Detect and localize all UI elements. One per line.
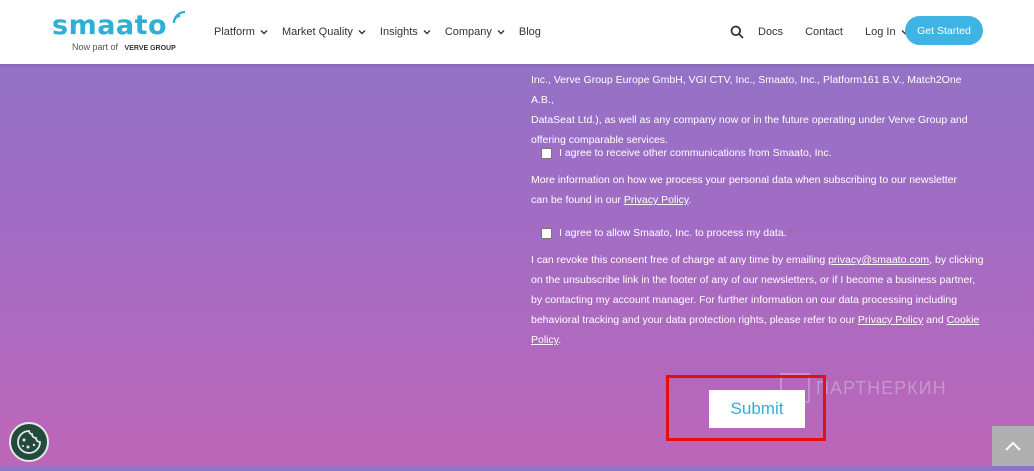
logo-wordmark: smaato xyxy=(52,10,168,41)
submit-button[interactable]: Submit xyxy=(709,390,805,428)
logo-sub-text: Now part of xyxy=(72,42,119,52)
utility-nav: Docs Contact Log In xyxy=(730,0,931,64)
privacy-policy-link[interactable]: Privacy Policy xyxy=(624,194,689,206)
revoke-consent-paragraph: I can revoke this consent free of charge… xyxy=(531,250,991,350)
nav-market-quality[interactable]: Market Quality xyxy=(282,26,366,38)
text-line: Inc., Verve Group Europe GmbH, VGI CTV, … xyxy=(531,74,962,106)
text-segment: behavioral tracking and your data protec… xyxy=(531,314,858,326)
consent-paragraph-1: Inc., Verve Group Europe GmbH, VGI CTV, … xyxy=(531,70,986,150)
nav-insights[interactable]: Insights xyxy=(380,26,431,38)
communications-consent-row: I agree to receive other communications … xyxy=(541,143,832,163)
chevron-up-icon xyxy=(1005,441,1021,451)
privacy-email-link[interactable]: privacy@smaato.com xyxy=(828,254,929,266)
site-header: smaato Now part of VERVE GROUP Platform … xyxy=(0,0,1034,64)
nav-label: Market Quality xyxy=(281,26,353,38)
main-nav: Platform Market Quality Insights Company… xyxy=(214,0,555,64)
text-line: I can revoke this consent free of charge… xyxy=(531,250,991,270)
text-segment: can be found in our xyxy=(531,194,624,206)
text-line: Policy. xyxy=(531,330,991,350)
data-processing-checkbox[interactable] xyxy=(541,227,552,239)
nav-label: Insights xyxy=(379,26,418,38)
text-segment: , by clicking xyxy=(929,254,984,266)
chevron-down-icon xyxy=(497,30,505,35)
login-label: Log In xyxy=(864,26,896,38)
scroll-to-top-button[interactable] xyxy=(992,426,1034,466)
checkbox-label: I agree to allow Smaato, Inc. to process… xyxy=(559,227,787,239)
text-line: behavioral tracking and your data protec… xyxy=(531,310,991,330)
communications-checkbox[interactable] xyxy=(541,147,552,159)
docs-link[interactable]: Docs xyxy=(758,26,783,38)
text-segment: . xyxy=(558,334,562,346)
signal-icon xyxy=(172,10,186,24)
cookie-icon xyxy=(17,430,41,454)
get-started-button[interactable]: Get Started xyxy=(905,16,983,45)
verve-group-logo: VERVE GROUP xyxy=(124,45,176,52)
newsletter-info-paragraph: More information on how we process your … xyxy=(531,170,986,210)
nav-company[interactable]: Company xyxy=(445,26,505,38)
chevron-down-icon xyxy=(358,30,366,35)
checkbox-label: I agree to receive other communications … xyxy=(559,147,832,159)
text-segment: and xyxy=(923,314,947,326)
data-processing-consent-row: I agree to allow Smaato, Inc. to process… xyxy=(541,223,792,243)
smaato-logo[interactable]: smaato Now part of VERVE GROUP xyxy=(52,8,192,56)
chevron-down-icon xyxy=(260,30,268,35)
cookie-policy-link[interactable]: Cookie xyxy=(947,314,980,326)
cookie-settings-button[interactable] xyxy=(9,422,49,462)
text-line: can be found in our Privacy Policy. xyxy=(531,190,986,210)
text-segment: . xyxy=(688,194,692,206)
cookie-policy-link-cont[interactable]: Policy xyxy=(531,334,558,346)
text-line: More information on how we process your … xyxy=(531,174,958,186)
logo-subtitle: Now part of VERVE GROUP xyxy=(72,42,176,52)
text-line: DataSeat Ltd.), as well as any company n… xyxy=(531,114,968,126)
nav-blog[interactable]: Blog xyxy=(519,26,541,38)
watermark-text: ПАРТНЕРКИН xyxy=(816,377,947,398)
text-segment: I can revoke this consent free of charge… xyxy=(531,254,829,266)
nav-label: Platform xyxy=(214,26,255,38)
text-line: on the unsubscribe link in the footer of… xyxy=(531,274,976,286)
contact-link[interactable]: Contact xyxy=(805,26,843,38)
login-menu[interactable]: Log In xyxy=(865,26,909,38)
search-icon[interactable] xyxy=(730,25,744,39)
privacy-policy-link-2[interactable]: Privacy Policy xyxy=(858,314,923,326)
required-mark: * xyxy=(787,227,792,239)
chevron-down-icon xyxy=(423,30,431,35)
nav-label: Blog xyxy=(518,26,541,38)
nav-platform[interactable]: Platform xyxy=(214,26,268,38)
text-line: by contacting my account manager. For fu… xyxy=(531,294,958,306)
nav-label: Company xyxy=(444,26,492,38)
